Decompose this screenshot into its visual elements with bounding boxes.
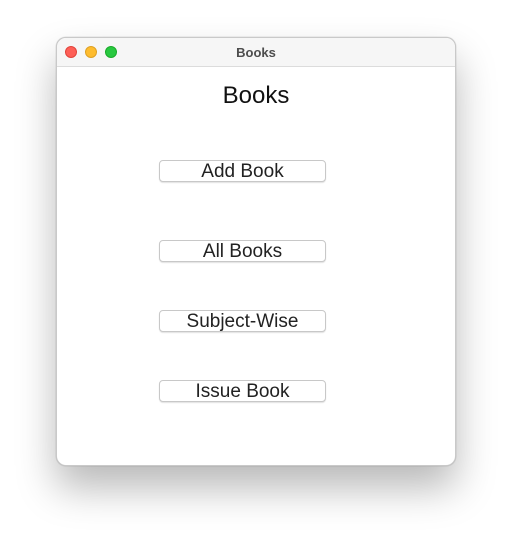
add-book-button[interactable]: Add Book bbox=[159, 160, 326, 182]
page-title: Books bbox=[222, 82, 290, 109]
subject-wise-button[interactable]: Subject-Wise bbox=[159, 310, 326, 332]
window-title: Books bbox=[236, 45, 276, 60]
app-window: Books Books Add Book All Books Subject-W… bbox=[56, 37, 456, 466]
title-bar[interactable]: Books bbox=[57, 38, 455, 67]
issue-book-button[interactable]: Issue Book bbox=[159, 380, 326, 402]
desktop: Books Books Add Book All Books Subject-W… bbox=[0, 0, 512, 540]
main-content: Books Add Book All Books Subject-Wise Is… bbox=[57, 67, 455, 465]
all-books-button[interactable]: All Books bbox=[159, 240, 326, 262]
